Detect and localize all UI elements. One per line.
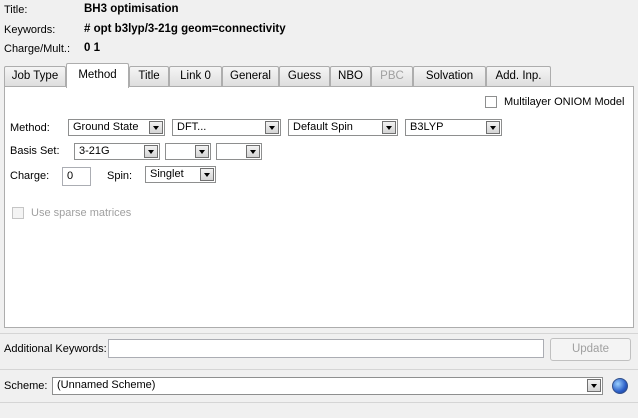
spin-label: Spin: <box>107 170 133 182</box>
tab-strip: Job Type Method Title Link 0 General Gue… <box>4 63 634 88</box>
dropdown-button[interactable] <box>246 145 260 158</box>
basis-extra2-select[interactable] <box>216 143 262 160</box>
chevron-down-icon <box>148 150 154 154</box>
charge-input[interactable]: 0 <box>62 167 91 186</box>
tab-pbc: PBC <box>371 66 413 86</box>
dropdown-button[interactable] <box>195 145 209 158</box>
oniom-label: Multilayer ONIOM Model <box>504 96 625 108</box>
oniom-checkbox[interactable] <box>485 96 497 108</box>
spin-mode-value: Default Spin <box>293 121 353 133</box>
update-button: Update <box>550 338 631 361</box>
method-state-value: Ground State <box>73 121 139 133</box>
dropdown-button[interactable] <box>265 121 279 134</box>
method-state-select[interactable]: Ground State <box>68 119 165 136</box>
divider <box>0 333 638 334</box>
dropdown-button[interactable] <box>382 121 396 134</box>
functional-value: B3LYP <box>410 121 444 133</box>
method-type-value: DFT... <box>177 121 207 133</box>
dropdown-button[interactable] <box>149 121 163 134</box>
method-type-select[interactable]: DFT... <box>172 119 281 136</box>
chevron-down-icon <box>490 126 496 130</box>
tab-guess[interactable]: Guess <box>279 66 330 86</box>
tab-title[interactable]: Title <box>129 66 169 86</box>
charge-label: Charge: <box>10 170 50 182</box>
tab-add-inp[interactable]: Add. Inp. <box>486 66 551 86</box>
keywords-label: Keywords: <box>4 24 56 36</box>
sparse-matrices-checkbox <box>12 207 24 219</box>
method-label: Method: <box>10 122 50 134</box>
additional-keywords-input[interactable] <box>108 339 544 358</box>
spin-value: Singlet <box>150 168 184 180</box>
chevron-down-icon <box>199 150 205 154</box>
keywords-value: # opt b3lyp/3-21g geom=connectivity <box>84 23 286 35</box>
basis-extra1-select[interactable] <box>165 143 211 160</box>
dropdown-button[interactable] <box>200 168 214 181</box>
dropdown-button[interactable] <box>144 145 158 158</box>
scheme-select[interactable]: (Unnamed Scheme) <box>52 377 603 395</box>
charge-input-value: 0 <box>67 170 74 182</box>
chevron-down-icon <box>591 384 597 388</box>
spin-mode-select[interactable]: Default Spin <box>288 119 398 136</box>
tab-nbo[interactable]: NBO <box>330 66 371 86</box>
additional-keywords-label: Additional Keywords: <box>4 343 107 355</box>
globe-help-icon[interactable] <box>612 378 628 394</box>
scheme-label: Scheme: <box>4 380 48 392</box>
spin-select[interactable]: Singlet <box>145 166 216 183</box>
chevron-down-icon <box>250 150 256 154</box>
dropdown-button[interactable] <box>587 379 601 392</box>
method-panel: Multilayer ONIOM Model Method: Ground St… <box>4 86 634 328</box>
title-value: BH3 optimisation <box>84 3 179 15</box>
chevron-down-icon <box>204 173 210 177</box>
basis-set-select[interactable]: 3-21G <box>74 143 160 160</box>
charge-mult-label: Charge/Mult.: <box>4 43 71 55</box>
tab-solvation[interactable]: Solvation <box>413 66 486 86</box>
tab-method[interactable]: Method <box>66 63 129 88</box>
chevron-down-icon <box>153 126 159 130</box>
tab-job-type[interactable]: Job Type <box>4 66 66 86</box>
divider <box>0 402 638 403</box>
dropdown-button[interactable] <box>486 121 500 134</box>
basis-set-label: Basis Set: <box>10 145 60 157</box>
chevron-down-icon <box>386 126 392 130</box>
chevron-down-icon <box>269 126 275 130</box>
tab-general[interactable]: General <box>222 66 279 86</box>
charge-mult-value: 0 1 <box>84 42 100 54</box>
scheme-value: (Unnamed Scheme) <box>57 379 156 391</box>
functional-select[interactable]: B3LYP <box>405 119 502 136</box>
tab-link0[interactable]: Link 0 <box>169 66 222 86</box>
title-label: Title: <box>4 4 28 16</box>
divider <box>0 369 638 370</box>
basis-set-value: 3-21G <box>79 145 110 157</box>
sparse-matrices-label: Use sparse matrices <box>31 207 132 219</box>
